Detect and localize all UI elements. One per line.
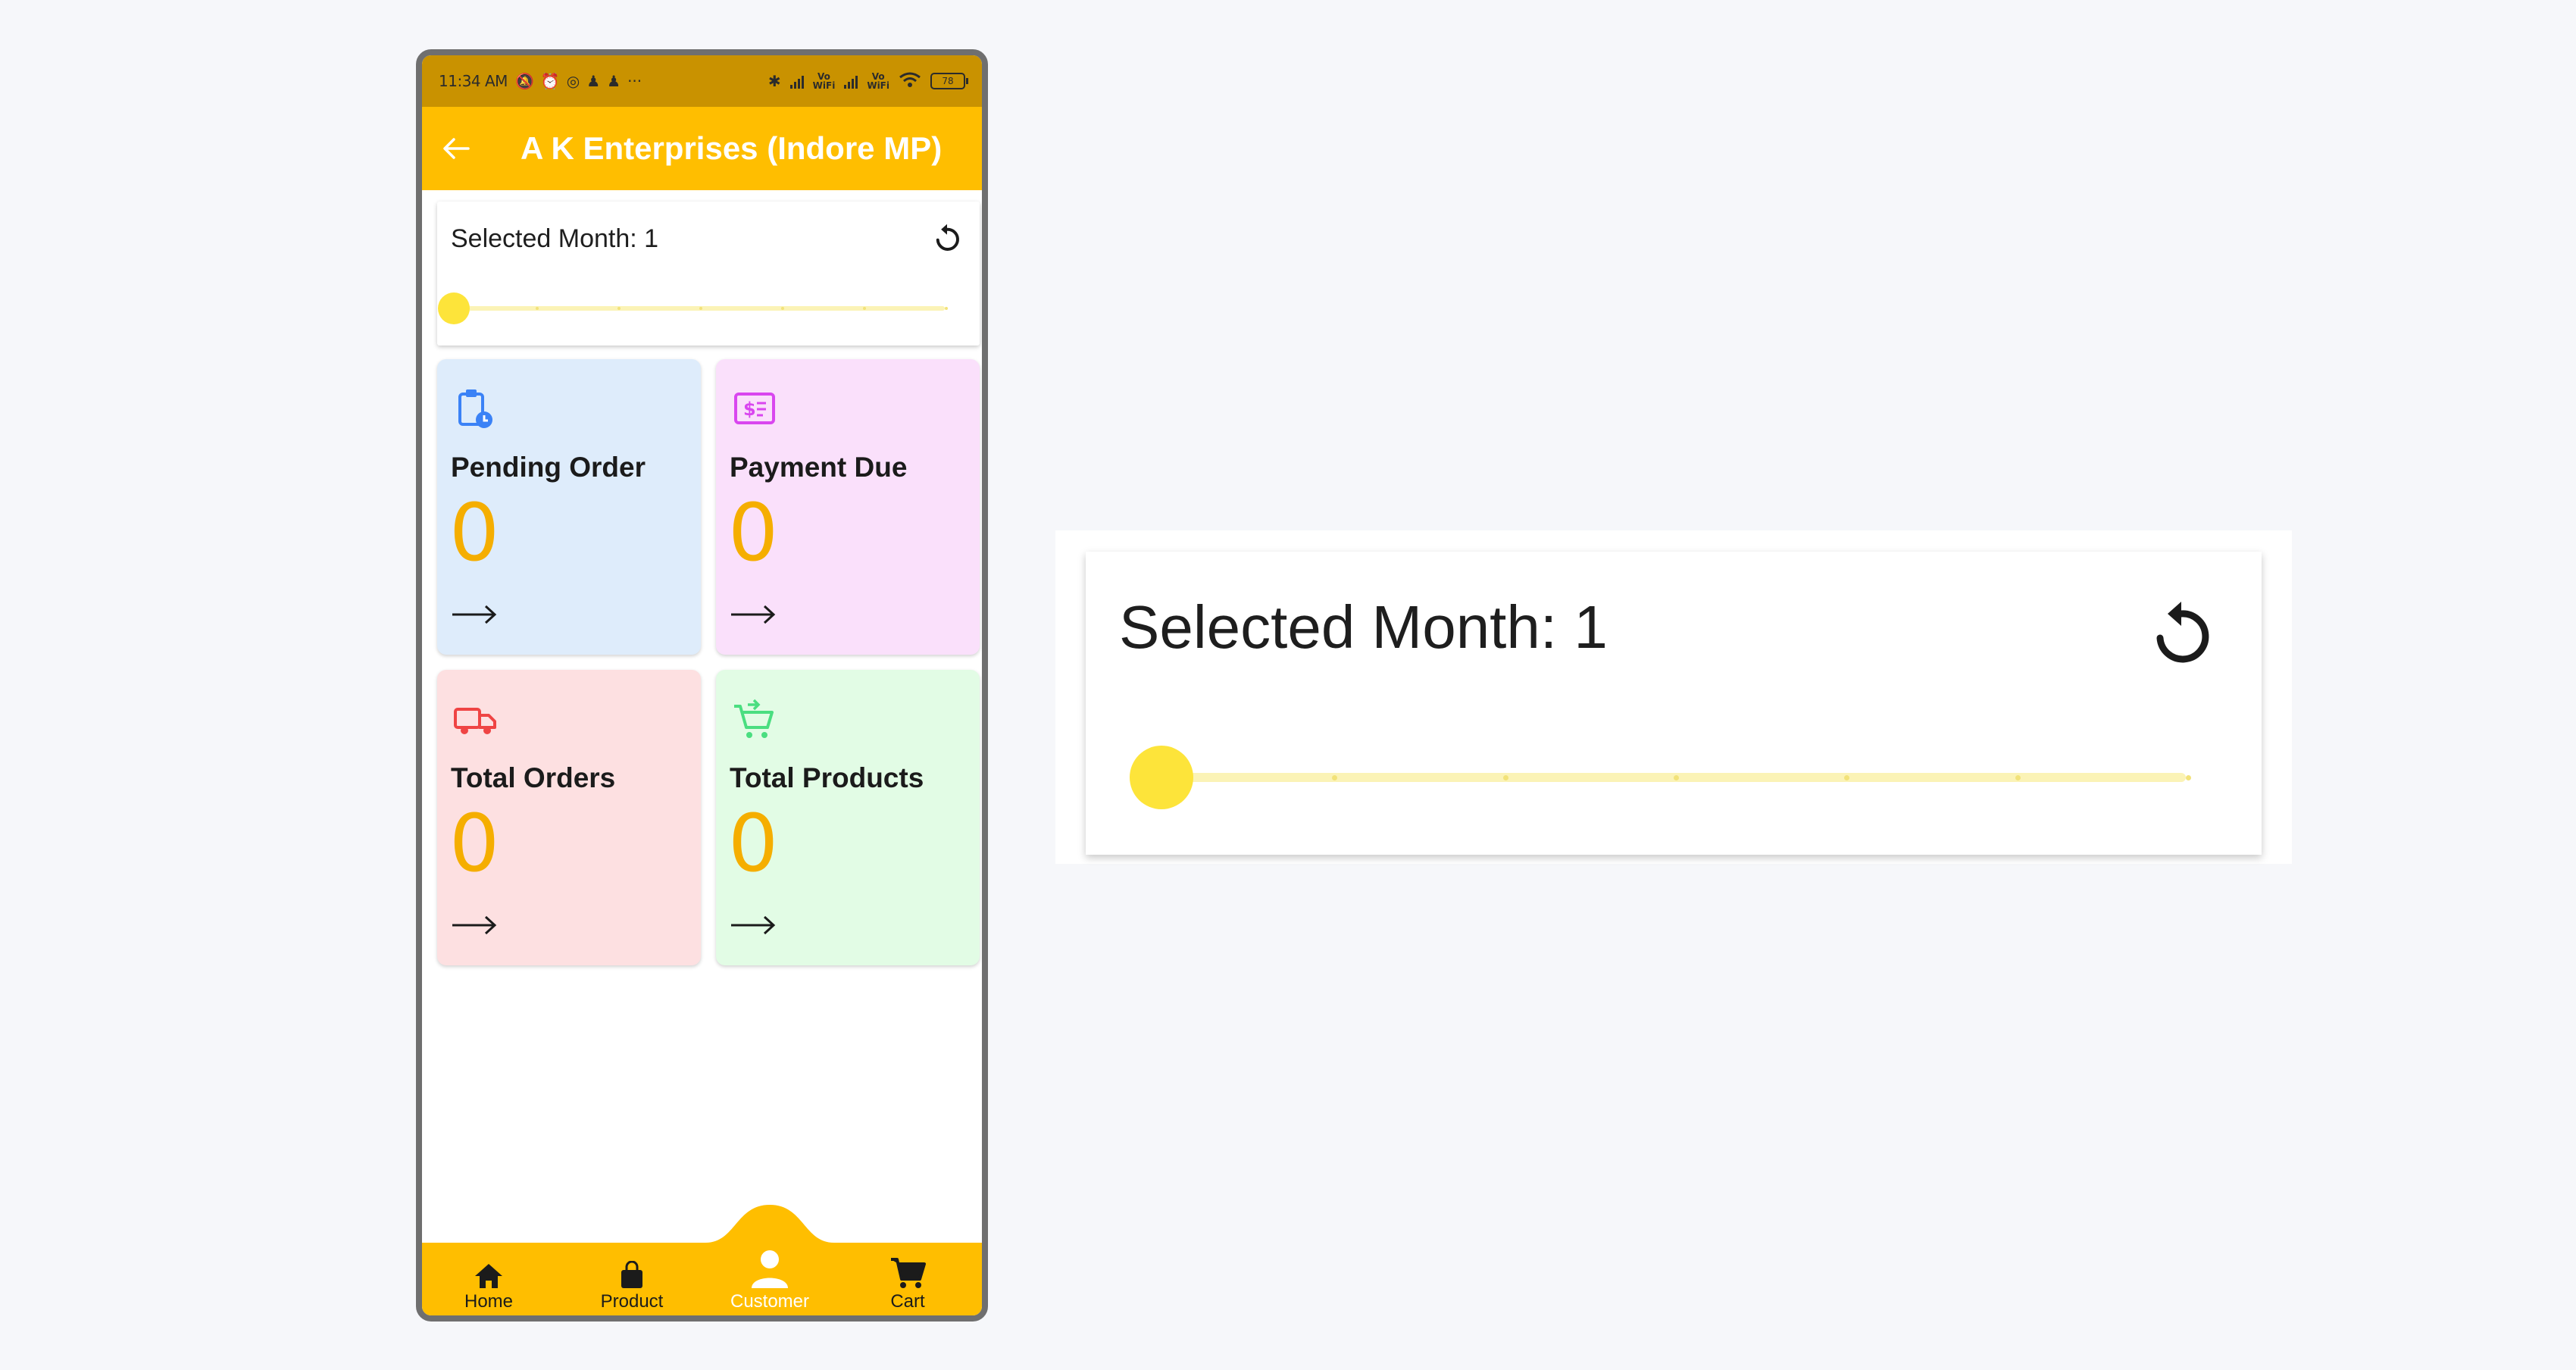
status-notification-icons: 🔕 ⏰ ◎ ♟ ♟ ··· [515,74,642,89]
whatsapp-icon: ◎ [566,72,580,90]
tile-label: Pending Order [451,452,646,483]
slider-tick [1674,775,1679,780]
tile-value: 0 [728,797,779,890]
payment-bill-icon: $ [734,393,775,424]
cart-add-icon [734,699,774,738]
selected-month-label: Selected Month: 1 [451,224,659,253]
zoomed-month-card: Selected Month: 1 [1086,552,2262,855]
slider-tick [2186,775,2191,780]
arrow-right-icon [452,605,497,624]
nav-customer[interactable]: Customer [713,1243,827,1315]
back-button[interactable] [422,107,490,190]
payment-due-tile[interactable]: $ Payment Due 0 [716,359,980,655]
nav-cart[interactable]: Cart [851,1243,964,1315]
cart-icon [891,1258,926,1288]
clipboard-clock-icon [458,389,492,428]
app-bar: A K Enterprises (Indore MP) [422,107,982,190]
status-system-icons: ✱ Vo WiFi Vo WiFi 78 [767,71,968,92]
reset-button[interactable] [931,223,963,255]
signal-icon [789,74,804,89]
zoomed-selected-month-label: Selected Month: 1 [1119,593,1608,661]
zoomed-month-selector: Selected Month: 1 [1055,530,2292,864]
slider-tick [1502,775,1508,780]
alarm-icon: ⏰ [540,72,560,90]
tile-label: Total Orders [451,762,616,793]
month-slider[interactable] [438,292,948,324]
zoomed-month-slider[interactable] [1130,746,2191,809]
more-notifications-icon: ··· [627,72,642,90]
slider-tick [945,307,948,310]
reset-icon [936,224,959,251]
slider-tick [617,307,621,310]
slider-tick [1332,775,1338,780]
mute-icon: 🔕 [514,72,534,90]
total-orders-tile[interactable]: Total Orders 0 [437,670,701,965]
phone-screen: 11:34 AM 🔕 ⏰ ◎ ♟ ♟ ··· ✱ Vo WiFi Vo WiFi 7… [416,49,988,1322]
tile-label: Total Products [730,762,924,793]
slider-tick [1844,775,1850,780]
svg-text:$: $ [743,399,756,420]
tile-value: 0 [728,486,779,579]
tile-label: Payment Due [730,452,908,483]
nav-label: Product [600,1291,664,1312]
nav-home[interactable]: Home [432,1243,546,1315]
zoomed-month-slider-thumb[interactable] [1130,746,1193,809]
back-arrow-icon [443,138,470,159]
signal-icon-2 [844,74,858,89]
slider-tick [699,307,702,310]
bluetooth-icon: ✱ [767,72,781,90]
truck-icon [454,708,496,734]
bottom-navigation: Home Product Customer Cart [422,1205,982,1315]
snapchat-icon-2: ♟ [607,72,621,90]
reset-icon [2156,602,2209,663]
arrow-right-icon [731,605,776,624]
status-bar: 11:34 AM 🔕 ⏰ ◎ ♟ ♟ ··· ✱ Vo WiFi Vo WiFi 7… [422,55,982,107]
slider-tick [2015,775,2021,780]
wifi-icon [899,71,921,92]
bag-icon [621,1261,642,1288]
nav-product[interactable]: Product [575,1243,689,1315]
status-time: 11:34 AM [439,72,508,90]
tile-value: 0 [449,486,500,579]
total-products-tile[interactable]: Total Products 0 [716,670,980,965]
snapchat-icon: ♟ [586,72,601,90]
person-icon [752,1250,788,1288]
nav-label: Home [464,1291,514,1312]
tile-value: 0 [449,797,500,890]
arrow-right-icon [452,915,497,935]
battery-level: 78 [942,76,954,86]
vowifi-label-2: Vo WiFi [867,71,889,91]
pending-order-tile[interactable]: Pending Order 0 [437,359,701,655]
slider-tick [863,307,866,310]
arrow-right-icon [731,915,776,935]
nav-label: Cart [890,1291,925,1312]
battery-icon: 78 [930,73,968,89]
month-selector-card: Selected Month: 1 [437,202,980,346]
home-icon [475,1264,502,1288]
slider-tick [536,307,539,310]
vowifi-label: Vo WiFi [812,71,836,91]
month-slider-thumb[interactable] [438,292,470,324]
slider-tick [781,307,784,310]
zoomed-reset-button[interactable] [2145,599,2218,671]
page-title: A K Enterprises (Indore MP) [521,130,943,166]
nav-label: Customer [730,1291,810,1312]
